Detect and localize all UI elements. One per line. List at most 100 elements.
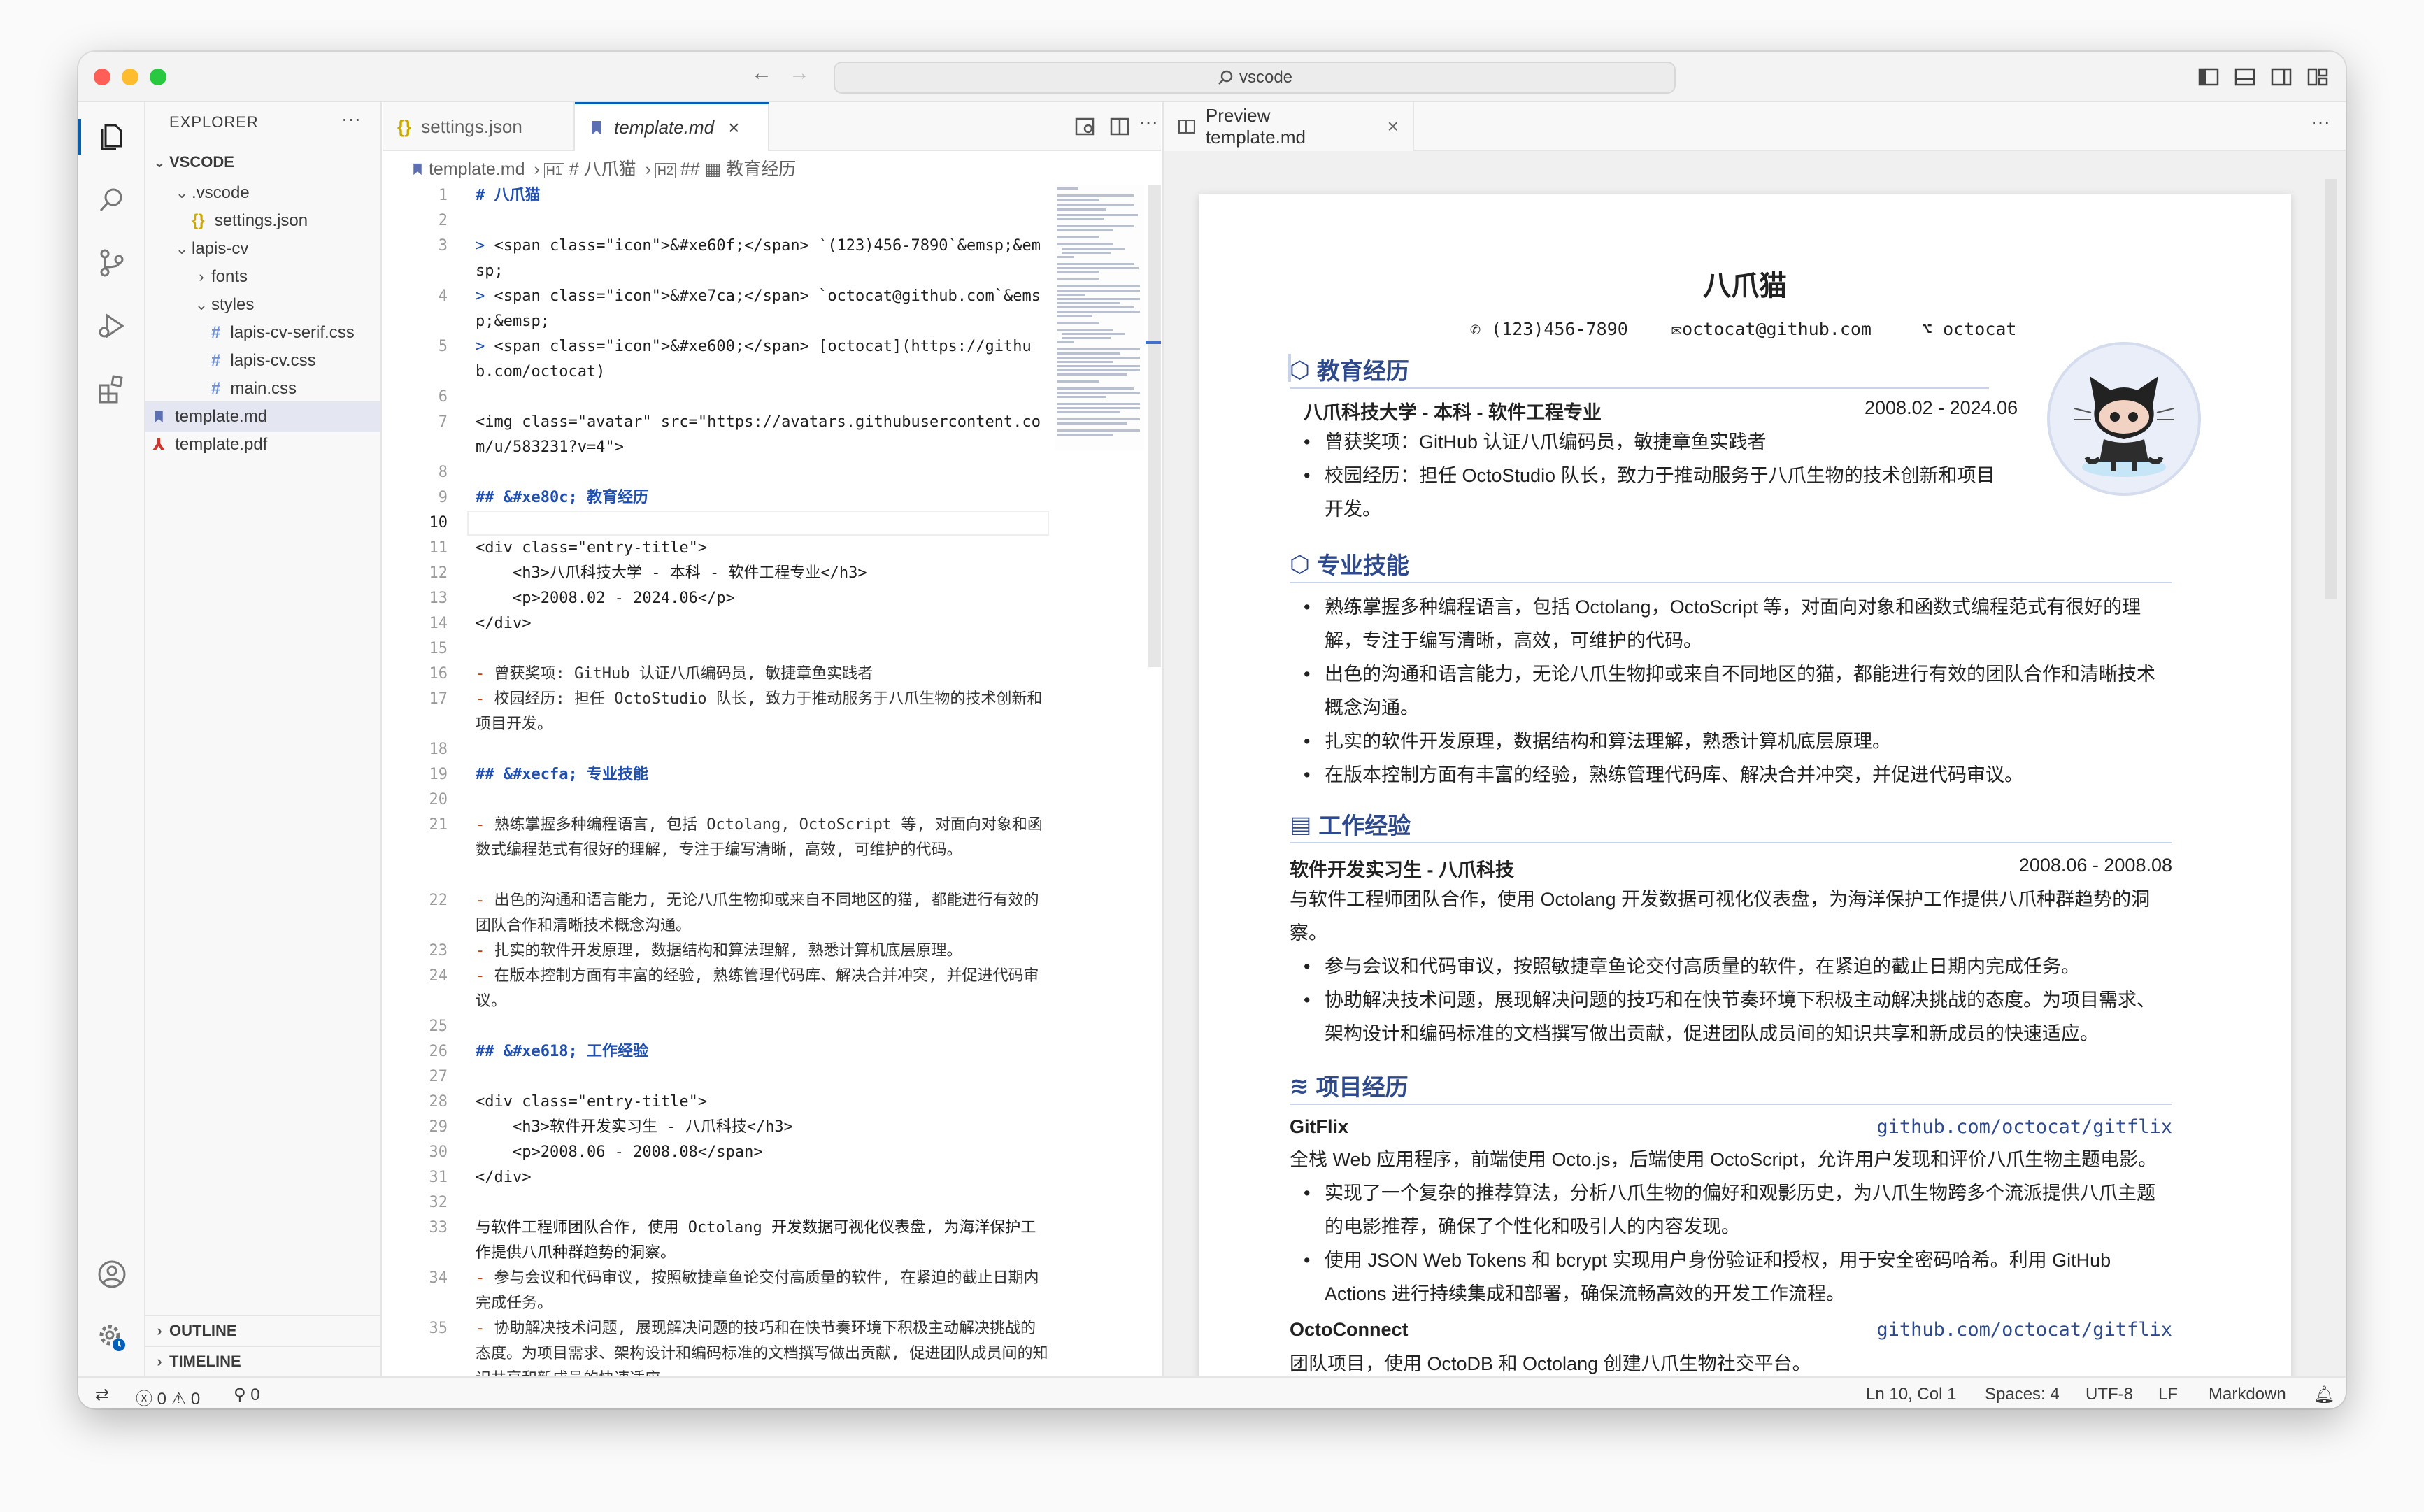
code-line[interactable]: > <span class="icon">&#xe7ca;</span> `oc… — [476, 284, 1049, 334]
language-mode[interactable]: Markdown — [2209, 1385, 2286, 1404]
code-line[interactable] — [476, 208, 1049, 234]
line-number: 19 — [429, 766, 448, 783]
toggle-panel-icon[interactable] — [2232, 64, 2258, 90]
code-line[interactable] — [476, 460, 1049, 485]
preview-icon — [1178, 120, 1195, 134]
minimap[interactable] — [1055, 185, 1144, 450]
code-line[interactable] — [476, 737, 1049, 762]
tree-item-fonts[interactable]: › fonts — [145, 262, 380, 292]
remote-icon[interactable]: ⇄ — [95, 1385, 109, 1405]
encoding[interactable]: UTF-8 — [2086, 1385, 2133, 1404]
breadcrumb-h1[interactable]: # 八爪猫 — [569, 159, 636, 179]
minimize-window-button[interactable] — [122, 69, 138, 85]
code-line[interactable]: - 协助解决技术问题, 展现解决问题的技巧和在快节奏环境下积极主动解决挑战的态度… — [476, 1316, 1049, 1376]
outline-section[interactable]: › OUTLINE — [145, 1315, 380, 1346]
tab-preview-template-md[interactable]: Preview template.md × — [1164, 102, 1414, 151]
code-editor[interactable]: 1 # 八爪猫 2 3 > <span class="icon">&#xe60f;</s… — [383, 183, 1125, 1376]
explorer-activity-icon[interactable] — [78, 115, 134, 159]
run-debug-icon[interactable] — [90, 304, 134, 348]
resume-github[interactable]: ⌥ octocat — [1922, 319, 2016, 339]
editor-more-icon[interactable]: ··· — [1139, 110, 1158, 133]
editor-scrollbar[interactable] — [1148, 185, 1161, 667]
code-line[interactable] — [476, 385, 1049, 410]
tree-item-main-css[interactable]: # main.css — [145, 373, 380, 404]
open-preview-icon[interactable] — [1073, 115, 1097, 138]
notifications-bell-icon[interactable]: 🔔︎ — [2314, 1385, 2334, 1405]
code-line[interactable]: > <span class="icon">&#xe600;</span> [oc… — [476, 334, 1049, 385]
code-line[interactable]: 与软件工程师团队合作, 使用 Octolang 开发数据可视化仪表盘, 为海洋保… — [476, 1215, 1049, 1266]
manage-gear-icon[interactable] — [90, 1315, 134, 1360]
tree-item-settings-json[interactable]: {} settings.json — [145, 206, 380, 236]
code-line[interactable]: > <span class="icon">&#xe60f;</span> `(1… — [476, 234, 1049, 284]
code-line[interactable]: ## &#xecfa; 专业技能 — [476, 762, 1049, 787]
code-line[interactable]: <img class="avatar" src="https://avatars… — [476, 410, 1049, 460]
preview-scrollbar[interactable] — [2325, 179, 2337, 599]
code-line[interactable]: </div> — [476, 611, 1049, 636]
workspace-root[interactable]: ⌄ VSCODE — [145, 147, 380, 178]
code-line[interactable] — [476, 511, 1049, 536]
education-bullet: 校园经历：担任 OctoStudio 队长，致力于推动服务于八爪生物的技术创新和… — [1304, 459, 2010, 526]
timeline-label: TIMELINE — [169, 1353, 241, 1370]
code-line[interactable]: ## &#xe618; 工作经验 — [476, 1039, 1049, 1064]
timeline-section[interactable]: › TIMELINE — [145, 1346, 380, 1376]
code-line[interactable] — [476, 787, 1049, 813]
extensions-icon[interactable] — [90, 366, 134, 411]
more-actions-icon[interactable]: ··· — [341, 108, 361, 130]
code-line[interactable]: <div class="entry-title"> — [476, 1090, 1049, 1115]
code-line[interactable] — [476, 1190, 1049, 1215]
code-line[interactable]: - 参与会议和代码审议, 按照敏捷章鱼论交付高质量的软件, 在紧迫的截止日期内完… — [476, 1266, 1049, 1316]
end-of-line[interactable]: LF — [2158, 1385, 2178, 1404]
tree-item-lapis-cv-serif-css[interactable]: # lapis-cv-serif.css — [145, 318, 380, 348]
toggle-primary-sidebar-icon[interactable] — [2196, 64, 2221, 90]
code-line[interactable]: - 在版本控制方面有丰富的经验, 熟练管理代码库、解决合并冲突, 并促进代码审议… — [476, 964, 1049, 1014]
command-center[interactable]: vscode — [834, 62, 1676, 94]
forward-arrow-icon[interactable]: → — [789, 62, 810, 85]
tab-template-md[interactable]: template.md × — [575, 102, 769, 151]
tree-item-lapis-cv-css[interactable]: # lapis-cv.css — [145, 345, 380, 376]
tree-item-styles[interactable]: ⌄ styles — [145, 290, 380, 320]
project-link[interactable]: github.com/octocat/gitflix — [1876, 1319, 2172, 1341]
source-control-icon[interactable] — [90, 241, 134, 285]
indentation[interactable]: Spaces: 4 — [1985, 1385, 2060, 1404]
code-line[interactable]: - 校园经历: 担任 OctoStudio 队长, 致力于推动服务于八爪生物的技… — [476, 687, 1049, 737]
split-editor-icon[interactable] — [1108, 115, 1132, 138]
project-link[interactable]: github.com/octocat/gitflix — [1876, 1116, 2172, 1138]
code-line[interactable]: # 八爪猫 — [476, 183, 1049, 208]
zoom-window-button[interactable] — [150, 69, 166, 85]
close-tab-icon[interactable]: × — [728, 117, 739, 139]
code-line[interactable] — [476, 1064, 1049, 1090]
tab-settings-json[interactable]: {} settings.json — [383, 102, 575, 151]
code-line[interactable]: <h3>软件开发实习生 - 八爪科技</h3> — [476, 1115, 1049, 1140]
error-icon: ⓧ — [136, 1390, 152, 1408]
code-line[interactable] — [476, 1014, 1049, 1039]
search-activity-icon[interactable] — [90, 178, 134, 222]
close-window-button[interactable] — [94, 69, 110, 85]
accounts-icon[interactable] — [90, 1252, 134, 1297]
breadcrumb-h2[interactable]: ## ▦ 教育经历 — [680, 159, 796, 179]
problems-indicator[interactable]: ⓧ 0 ⚠ 0 — [136, 1385, 200, 1408]
toggle-secondary-sidebar-icon[interactable] — [2269, 64, 2294, 90]
cursor-position[interactable]: Ln 10, Col 1 — [1866, 1385, 1956, 1404]
preview-more-icon[interactable]: ··· — [2311, 110, 2330, 133]
code-line[interactable] — [476, 636, 1049, 662]
code-line[interactable]: <p>2008.02 - 2024.06</p> — [476, 586, 1049, 611]
code-line[interactable]: </div> — [476, 1165, 1049, 1190]
customize-layout-icon[interactable] — [2305, 64, 2330, 90]
code-line[interactable]: <div class="entry-title"> — [476, 536, 1049, 561]
close-tab-icon[interactable]: × — [1388, 115, 1399, 138]
code-line[interactable]: ## &#xe80c; 教育经历 — [476, 485, 1049, 511]
code-line[interactable]: <p>2008.06 - 2008.08</span> — [476, 1140, 1049, 1165]
code-line[interactable]: - 出色的沟通和语言能力, 无论八爪生物抑或来自不同地区的猫, 都能进行有效的团… — [476, 888, 1049, 939]
breadcrumb-file[interactable]: template.md — [429, 159, 525, 179]
back-arrow-icon[interactable]: ← — [751, 62, 772, 85]
tree-item-template-md[interactable]: template.md — [145, 401, 380, 432]
tree-item--vscode[interactable]: ⌄ .vscode — [145, 178, 380, 208]
tree-item-lapis-cv[interactable]: ⌄ lapis-cv — [145, 234, 380, 264]
code-line[interactable]: - 扎实的软件开发原理, 数据结构和算法理解, 熟悉计算机底层原理。 — [476, 939, 1049, 964]
ports-indicator[interactable]: ⚲ 0 — [234, 1385, 260, 1405]
line-number: 23 — [429, 942, 448, 960]
code-line[interactable]: - 熟练掌握多种编程语言, 包括 Octolang, OctoScript 等,… — [476, 813, 1049, 888]
code-line[interactable]: <h3>八爪科技大学 - 本科 - 软件工程专业</h3> — [476, 561, 1049, 586]
code-line[interactable]: - 曾获奖项: GitHub 认证八爪编码员, 敏捷章鱼实践者 — [476, 662, 1049, 687]
tree-item-template-pdf[interactable]: ⅄ template.pdf — [145, 429, 380, 460]
